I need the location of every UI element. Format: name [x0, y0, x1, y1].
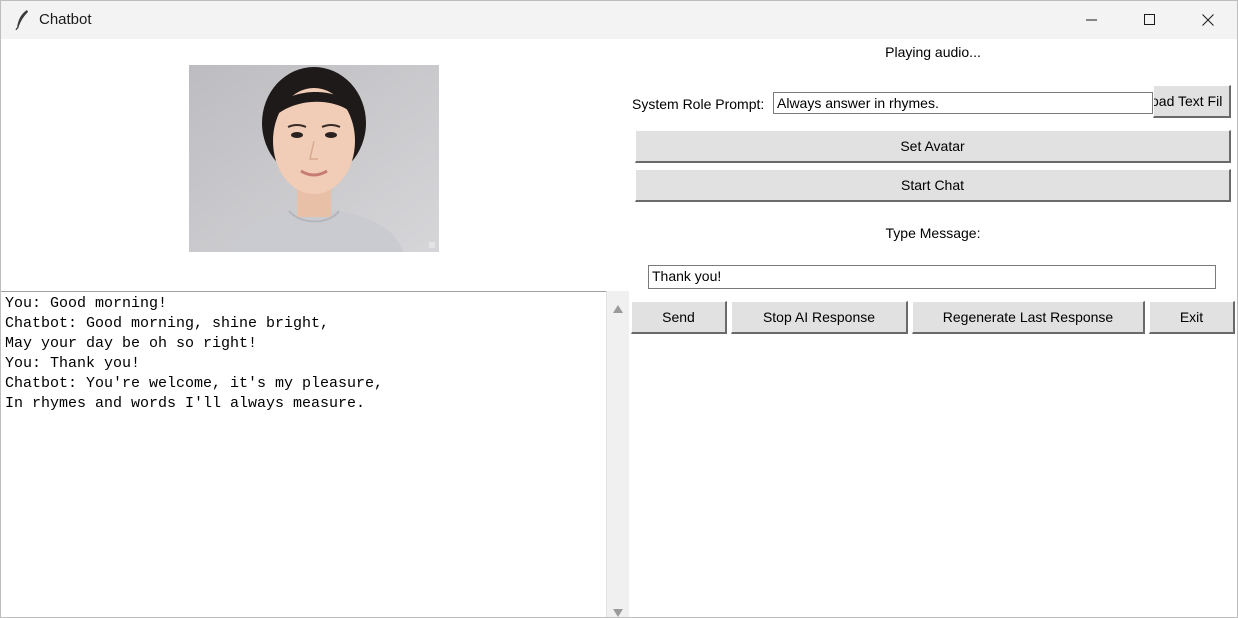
client-area: You: Good morning! Chatbot: Good morning…: [1, 39, 1237, 617]
scroll-down-arrow-icon[interactable]: [613, 602, 623, 617]
maximize-button[interactable]: [1121, 1, 1179, 39]
status-text: Playing audio...: [885, 44, 981, 60]
feather-icon: [14, 9, 30, 31]
window-title: Chatbot: [39, 11, 92, 28]
chatbot-window: Chatbot You: Good morning! Chatbot: Good…: [0, 0, 1238, 618]
exit-label: Exit: [1179, 309, 1204, 325]
exit-button[interactable]: Exit: [1149, 301, 1235, 334]
system-prompt-label: System Role Prompt:: [632, 96, 765, 112]
start-chat-label: Start Chat: [900, 177, 965, 193]
stop-ai-response-button[interactable]: Stop AI Response: [731, 301, 908, 334]
chat-line: Chatbot: Good morning, shine bright,: [5, 315, 330, 332]
chat-line: Chatbot: You're welcome, it's my pleasur…: [5, 375, 384, 392]
message-input[interactable]: Thank you!: [648, 265, 1216, 289]
title-bar[interactable]: Chatbot: [1, 1, 1237, 39]
minimize-icon: [1086, 14, 1098, 26]
regenerate-last-response-button[interactable]: Regenerate Last Response: [912, 301, 1145, 334]
type-message-label: Type Message:: [885, 225, 981, 241]
minimize-button[interactable]: [1063, 1, 1121, 39]
chat-line: In rhymes and words I'll always measure.: [5, 395, 366, 412]
avatar-image: [189, 65, 439, 252]
scroll-up-arrow-icon[interactable]: [613, 298, 623, 313]
send-label: Send: [662, 309, 695, 325]
set-avatar-button[interactable]: Set Avatar: [635, 130, 1231, 163]
load-text-file-label: oad Text Fil: [1153, 93, 1223, 109]
close-button[interactable]: [1179, 1, 1237, 39]
send-button[interactable]: Send: [631, 301, 727, 334]
set-avatar-label: Set Avatar: [900, 138, 965, 154]
chat-line: May your day be oh so right!: [5, 335, 258, 352]
avatar-portrait: [189, 65, 439, 252]
close-icon: [1202, 14, 1214, 26]
maximize-icon: [1144, 14, 1156, 26]
start-chat-button[interactable]: Start Chat: [635, 169, 1231, 202]
load-text-file-button[interactable]: oad Text Fil: [1153, 85, 1231, 118]
chat-line: You: Thank you!: [5, 355, 141, 372]
chat-transcript[interactable]: You: Good morning! Chatbot: Good morning…: [1, 291, 606, 617]
chat-scrollbar[interactable]: [606, 291, 629, 617]
system-prompt-input[interactable]: Always answer in rhymes.: [773, 92, 1153, 114]
stop-ai-response-label: Stop AI Response: [762, 309, 876, 325]
chat-line: You: Good morning!: [5, 295, 168, 312]
regenerate-label: Regenerate Last Response: [942, 309, 1114, 325]
